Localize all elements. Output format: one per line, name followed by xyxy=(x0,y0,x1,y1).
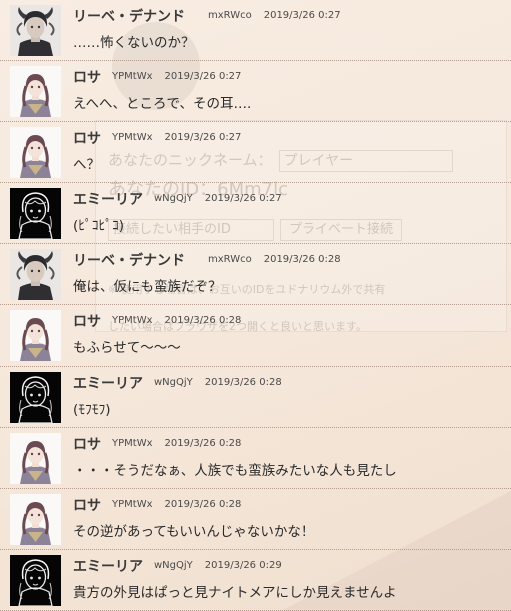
avatar[interactable] xyxy=(10,188,61,240)
message-meta: wNgQjY 2019/3/26 0:27 xyxy=(154,193,282,204)
message-timestamp: 2019/3/26 0:29 xyxy=(204,559,282,571)
sender-id: mxRWco xyxy=(208,10,252,21)
message-timestamp: 2019/3/26 0:27 xyxy=(263,10,341,21)
message-text: ・・・そうだなぁ、人族でも蛮族みたいな人も見たし xyxy=(73,462,397,479)
sender-id: YPMtWx xyxy=(112,132,153,144)
sender-name: ロサ xyxy=(73,131,101,148)
message-meta: mxRWco 2019/3/26 0:27 xyxy=(208,10,341,21)
message-text: (ﾋﾟｺﾋﾟｺ) xyxy=(73,218,125,235)
message-text: へ？ xyxy=(73,157,100,174)
message-timestamp: 2019/3/26 0:28 xyxy=(263,254,341,266)
chat-message: ロサ YPMtWx 2019/3/26 0:28 その逆があってもいいんじゃないかな！ xyxy=(0,489,511,550)
sender-name: エミーリア xyxy=(73,192,143,209)
character-portrait-icon xyxy=(10,554,61,606)
avatar[interactable] xyxy=(10,127,61,179)
message-meta: YPMtWx 2019/3/26 0:27 xyxy=(112,71,241,82)
message-text: 貴方の外見はぱっと見ナイトメアにしか見えませんよ xyxy=(73,584,397,601)
avatar[interactable] xyxy=(10,554,61,606)
avatar[interactable] xyxy=(10,432,61,484)
sender-id: mxRWco xyxy=(208,254,252,266)
message-meta: wNgQjY 2019/3/26 0:28 xyxy=(154,377,282,388)
message-text: 俺は、仮にも蛮族だぞ？ xyxy=(73,279,222,296)
message-text: (ﾓﾌﾓﾌ) xyxy=(73,401,111,418)
sender-name: ロサ xyxy=(73,314,101,331)
character-portrait-icon xyxy=(10,66,61,118)
message-meta: mxRWco 2019/3/26 0:28 xyxy=(208,254,341,265)
message-text: もふらせて〜〜〜 xyxy=(73,340,181,357)
chat-log[interactable]: リーベ・デナンド mxRWco 2019/3/26 0:27 ……怖くないのか？ ロサ… xyxy=(0,0,511,611)
character-portrait-icon xyxy=(10,249,61,301)
message-text: えへへ、ところで、その耳…. xyxy=(73,96,252,113)
chat-message: ロサ YPMtWx 2019/3/26 0:28 もふらせて〜〜〜 xyxy=(0,305,511,367)
message-timestamp: 2019/3/26 0:28 xyxy=(164,498,242,510)
avatar[interactable] xyxy=(10,310,61,362)
chat-message: エミーリア wNgQjY 2019/3/26 0:29 貴方の外見はぱっと見ナイトメア… xyxy=(0,550,511,611)
character-portrait-icon xyxy=(10,493,61,545)
character-portrait-icon xyxy=(10,432,61,484)
sender-id: YPMtWx xyxy=(112,315,153,327)
message-meta: YPMtWx 2019/3/26 0:28 xyxy=(112,438,241,449)
sender-name: ロサ xyxy=(73,436,101,453)
avatar[interactable] xyxy=(10,66,61,118)
sender-id: YPMtWx xyxy=(112,71,153,83)
sender-name: エミーリア xyxy=(73,375,143,392)
message-timestamp: 2019/3/26 0:28 xyxy=(164,315,242,327)
avatar[interactable] xyxy=(10,493,61,545)
message-timestamp: 2019/3/26 0:28 xyxy=(204,376,282,388)
avatar[interactable] xyxy=(10,371,61,423)
message-text: その逆があってもいいんじゃないかな！ xyxy=(73,523,315,540)
character-portrait-icon xyxy=(10,127,61,179)
chat-message: ロサ YPMtWx 2019/3/26 0:28 ・・・そうだなぁ、人族でも蛮族みたい… xyxy=(0,428,511,489)
sender-name: リーベ・デナンド xyxy=(73,253,185,270)
chat-message: ロサ YPMtWx 2019/3/26 0:27 へ？ xyxy=(0,122,511,184)
sender-name: リーベ・デナンド xyxy=(73,9,185,25)
message-meta: wNgQjY 2019/3/26 0:29 xyxy=(154,560,282,571)
message-timestamp: 2019/3/26 0:27 xyxy=(164,71,242,83)
message-meta: YPMtWx 2019/3/26 0:28 xyxy=(112,315,241,326)
message-meta: YPMtWx 2019/3/26 0:27 xyxy=(112,132,241,143)
character-portrait-icon xyxy=(10,188,61,240)
avatar[interactable] xyxy=(10,5,61,56)
character-portrait-icon xyxy=(10,5,61,56)
sender-name: ロサ xyxy=(73,497,101,514)
message-meta: YPMtWx 2019/3/26 0:28 xyxy=(112,499,241,510)
message-timestamp: 2019/3/26 0:28 xyxy=(164,437,242,449)
message-text: ……怖くないのか？ xyxy=(73,35,195,51)
chat-message: エミーリア wNgQjY 2019/3/26 0:28 (ﾓﾌﾓﾌ) xyxy=(0,367,511,428)
chat-message: エミーリア wNgQjY 2019/3/26 0:27 (ﾋﾟｺﾋﾟｺ) xyxy=(0,183,511,245)
sender-name: ロサ xyxy=(73,70,101,87)
sender-id: YPMtWx xyxy=(112,498,153,510)
sender-id: wNgQjY xyxy=(154,559,193,571)
sender-id: wNgQjY xyxy=(154,193,193,205)
avatar[interactable] xyxy=(10,249,61,301)
character-portrait-icon xyxy=(10,310,61,362)
chat-message: リーベ・デナンド mxRWco 2019/3/26 0:27 ……怖くないのか？ xyxy=(0,0,511,62)
character-portrait-icon xyxy=(10,371,61,423)
sender-id: YPMtWx xyxy=(112,437,153,449)
sender-name: エミーリア xyxy=(73,558,143,575)
sender-id: wNgQjY xyxy=(154,376,193,388)
message-timestamp: 2019/3/26 0:27 xyxy=(204,193,282,205)
chat-message: ロサ YPMtWx 2019/3/26 0:27 えへへ、ところで、その耳…. xyxy=(0,61,511,123)
chat-message: リーベ・デナンド mxRWco 2019/3/26 0:28 俺は、仮にも蛮族だぞ？ xyxy=(0,244,511,306)
message-timestamp: 2019/3/26 0:27 xyxy=(164,132,242,144)
